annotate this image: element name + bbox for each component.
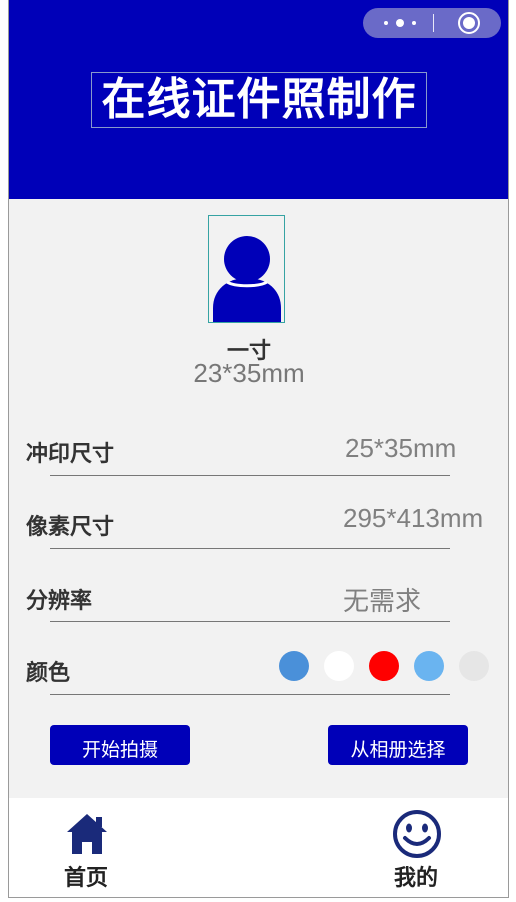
home-icon bbox=[67, 814, 109, 854]
resolution-label: 分辨率 bbox=[26, 589, 93, 614]
divider bbox=[50, 475, 450, 476]
color-swatch-red[interactable] bbox=[369, 651, 399, 681]
tab-home[interactable]: 首页 bbox=[49, 798, 129, 897]
bottom-tab-bar: 首页 我的 bbox=[9, 798, 508, 897]
color-swatch-white[interactable] bbox=[324, 651, 354, 681]
id-photo-preview bbox=[208, 215, 285, 323]
header-banner: 在线证件照制作 bbox=[9, 0, 508, 199]
print-size-value: 25*35mm bbox=[345, 433, 457, 463]
pixel-size-value: 295*413mm bbox=[343, 503, 484, 533]
more-menu-icon[interactable] bbox=[379, 15, 421, 31]
title-box: 在线证件照制作 bbox=[91, 72, 427, 128]
background-color-label: 颜色 bbox=[26, 661, 71, 686]
color-swatch-blue[interactable] bbox=[279, 651, 309, 681]
close-mini-program-icon[interactable] bbox=[457, 11, 481, 35]
mini-program-capsule bbox=[363, 8, 501, 38]
print-size-label: 冲印尺寸 bbox=[26, 442, 115, 467]
divider bbox=[50, 694, 450, 695]
pixel-size-label: 像素尺寸 bbox=[26, 515, 115, 540]
color-swatch-gray[interactable] bbox=[459, 651, 489, 681]
choose-from-album-button[interactable]: 从相册选择 bbox=[328, 725, 468, 765]
tab-home-label: 首页 bbox=[64, 866, 109, 891]
page-title: 在线证件照制作 bbox=[101, 74, 417, 125]
take-photo-button[interactable]: 开始拍摄 bbox=[50, 725, 190, 765]
tab-mine-label: 我的 bbox=[394, 866, 439, 891]
photo-size-dimensions: 23*35mm bbox=[193, 358, 305, 388]
app-frame: 在线证件照制作 一寸 23*35mm 冲印尺寸 25*35mm 像素尺寸 295… bbox=[8, 0, 509, 898]
resolution-value: 无需求 bbox=[343, 586, 422, 616]
divider bbox=[50, 548, 450, 549]
tab-mine[interactable]: 我的 bbox=[379, 798, 459, 897]
color-swatch-light-blue[interactable] bbox=[414, 651, 444, 681]
smiley-icon bbox=[393, 810, 441, 858]
capsule-divider bbox=[433, 14, 434, 32]
divider bbox=[50, 621, 450, 622]
person-silhouette-icon bbox=[213, 236, 281, 322]
